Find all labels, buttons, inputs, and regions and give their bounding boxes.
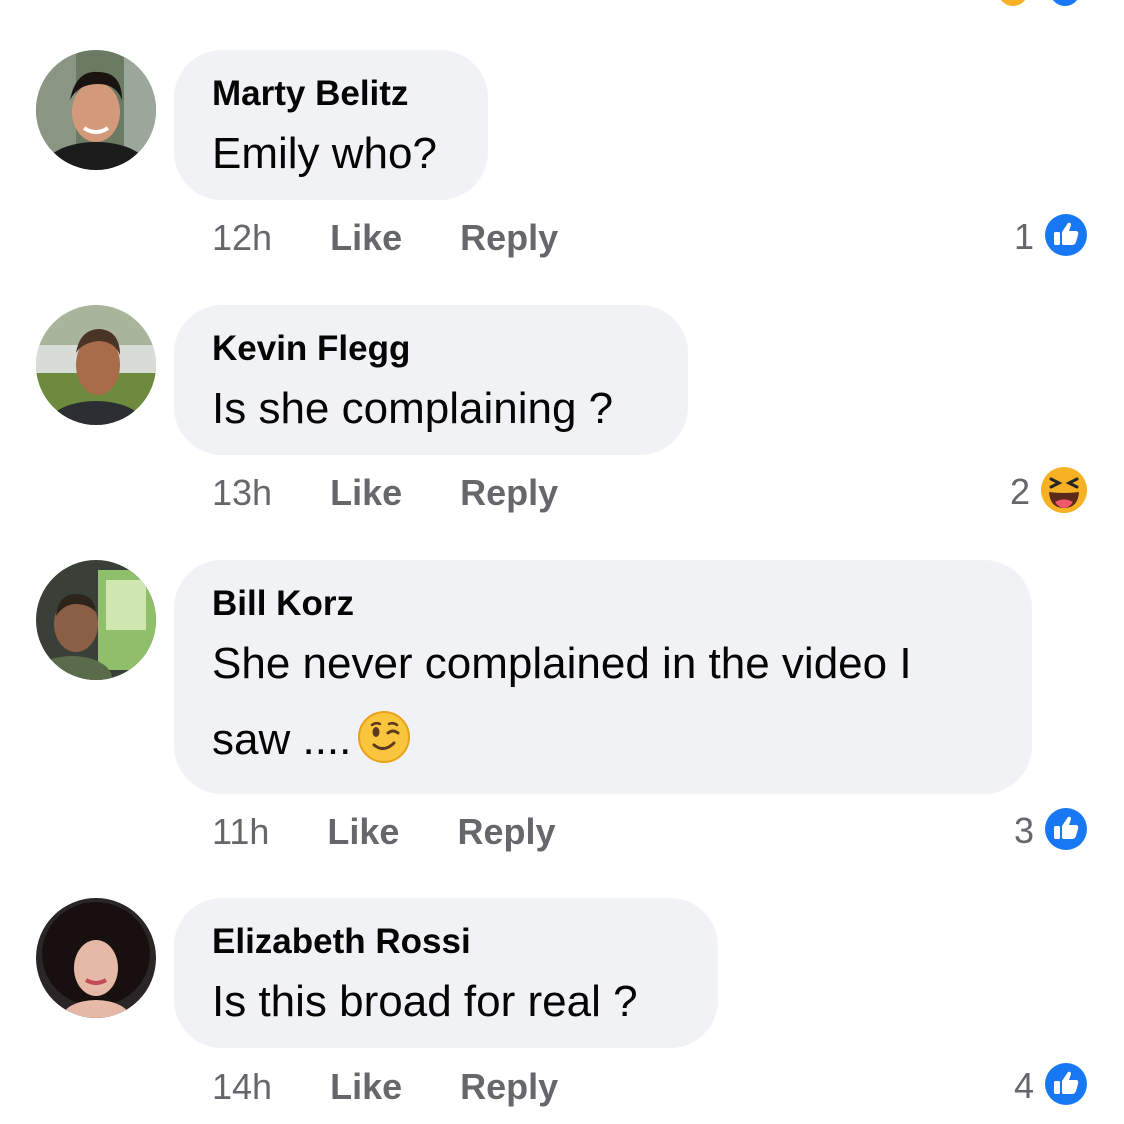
comment-author[interactable]: Marty Belitz: [212, 72, 450, 116]
comment-bubble: Kevin Flegg Is she complaining ?: [174, 305, 688, 455]
like-button[interactable]: Like: [327, 810, 399, 854]
thumbs-up-icon: [1042, 211, 1090, 264]
comment-meta: 11h Like Reply: [212, 810, 556, 854]
comment-bubble: Bill Korz She never complained in the vi…: [174, 560, 1032, 794]
reaction-count: 3: [1013, 810, 1034, 851]
haha-face-icon: [1038, 464, 1090, 521]
comment-text-line: saw ....: [212, 702, 994, 778]
comment-bubble: Marty Belitz Emily who?: [174, 50, 488, 200]
reaction-count: 2: [1009, 471, 1030, 512]
comment-meta: 12h Like Reply: [212, 216, 558, 260]
reaction-summary[interactable]: 1: [1013, 211, 1090, 264]
thumbs-up-icon: [1042, 1060, 1090, 1113]
comment-text: Is she complaining ?: [212, 384, 614, 433]
reply-button[interactable]: Reply: [457, 810, 555, 854]
avatar[interactable]: [36, 305, 156, 425]
winking-face-icon: [357, 710, 411, 764]
comment-meta: 14h Like Reply: [212, 1065, 558, 1109]
comment-bubble: Elizabeth Rossi Is this broad for real ?: [174, 898, 718, 1048]
comment-text: Emily who?: [212, 129, 437, 178]
comment-timestamp[interactable]: 13h: [212, 471, 272, 515]
like-button[interactable]: Like: [330, 216, 402, 260]
comment-timestamp[interactable]: 14h: [212, 1065, 272, 1109]
haha-face-icon: [998, 0, 1028, 6]
comment-text-tail: saw ....: [212, 715, 352, 764]
avatar[interactable]: [36, 50, 156, 170]
comment-author[interactable]: Kevin Flegg: [212, 327, 650, 371]
like-button[interactable]: Like: [330, 471, 402, 515]
avatar[interactable]: [36, 898, 156, 1018]
reply-button[interactable]: Reply: [460, 1065, 558, 1109]
comment-author[interactable]: Bill Korz: [212, 582, 994, 626]
reaction-summary[interactable]: 2: [1009, 464, 1090, 517]
reaction-summary[interactable]: 3: [1013, 805, 1090, 858]
reaction-count: 1: [1013, 216, 1034, 257]
comment-text: Is this broad for real ?: [212, 977, 638, 1026]
reaction-count: 4: [1013, 1065, 1034, 1106]
like-button[interactable]: Like: [330, 1065, 402, 1109]
comment-timestamp[interactable]: 11h: [212, 810, 269, 854]
thumbs-up-icon: [1050, 0, 1080, 6]
thumbs-up-icon: [1042, 805, 1090, 858]
avatar[interactable]: [36, 560, 156, 680]
reaction-summary[interactable]: 4: [1013, 1060, 1090, 1113]
reply-button[interactable]: Reply: [460, 216, 558, 260]
previous-comment-remnant: [0, 0, 1124, 8]
reply-button[interactable]: Reply: [460, 471, 558, 515]
comment-timestamp[interactable]: 12h: [212, 216, 272, 260]
comment-text-line: She never complained in the video I: [212, 639, 912, 688]
comment-meta: 13h Like Reply: [212, 471, 558, 515]
comment-author[interactable]: Elizabeth Rossi: [212, 920, 680, 964]
